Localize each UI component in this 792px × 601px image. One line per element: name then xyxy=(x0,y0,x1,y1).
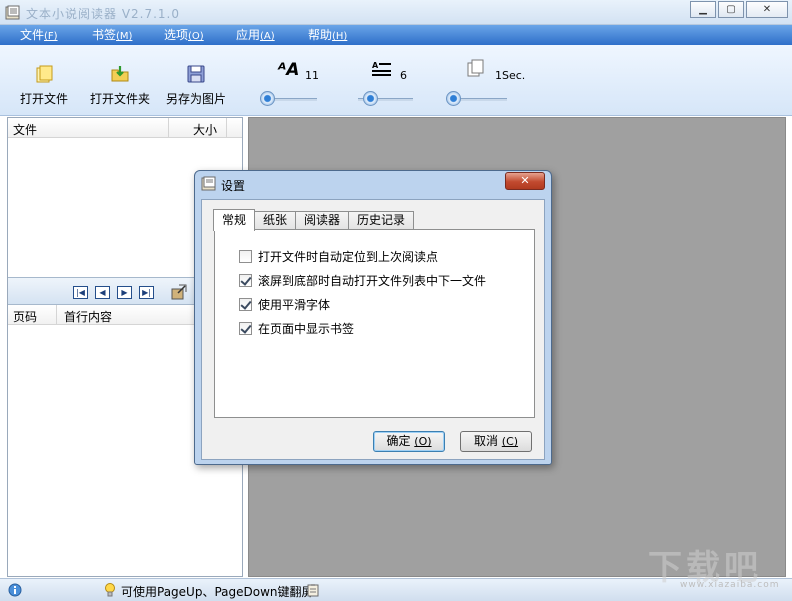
file-list-header: 文件 大小 xyxy=(8,118,242,138)
title-bar: 文本小说阅读器 V2.7.1.0 ▁ ▢ ✕ xyxy=(0,0,792,25)
menu-apps[interactable]: 应用(A) xyxy=(236,25,275,47)
page-interval-value: 1Sec. xyxy=(495,69,526,82)
line-spacing-slider-thumb[interactable] xyxy=(363,91,378,106)
page-number-column-header[interactable]: 页码 xyxy=(13,308,37,325)
open-file-button[interactable]: 打开文件 xyxy=(14,45,74,115)
column-divider[interactable] xyxy=(56,305,57,324)
line-spacing-value: 6 xyxy=(400,69,407,82)
menu-options[interactable]: 选项(O) xyxy=(164,25,204,47)
open-folder-icon xyxy=(111,66,129,82)
line-spacing-icon: A xyxy=(372,61,391,76)
first-page-button[interactable]: |◀ xyxy=(73,286,88,299)
info-icon xyxy=(8,583,22,597)
first-page-icon: |◀ xyxy=(76,288,85,297)
column-divider[interactable] xyxy=(226,118,227,137)
prev-page-button[interactable]: ◀ xyxy=(95,286,110,299)
general-tab-panel: 打开文件时自动定位到上次阅读点 滚屏到底部时自动打开文件列表中下一文件 使用平滑… xyxy=(214,229,535,418)
last-page-icon: ▶| xyxy=(142,288,151,297)
app-book-icon xyxy=(5,5,20,20)
menu-bookmarks[interactable]: 书签(M) xyxy=(92,25,132,47)
first-line-column-header[interactable]: 首行内容 xyxy=(64,308,112,325)
dialog-close-button[interactable]: ✕ xyxy=(505,172,545,190)
option-checkbox[interactable] xyxy=(239,297,252,311)
ok-button[interactable]: 确定 (O) xyxy=(373,431,445,452)
font-size-slider-thumb[interactable] xyxy=(260,91,275,106)
close-icon: ✕ xyxy=(520,174,530,187)
maximize-icon: ▢ xyxy=(726,4,736,15)
clipboard-icon xyxy=(307,584,319,597)
pages-icon xyxy=(467,59,484,77)
next-page-icon: ▶ xyxy=(121,288,128,297)
close-button[interactable]: ✕ xyxy=(746,1,788,18)
line-spacing-slider-group: A 6 xyxy=(354,45,416,115)
maximize-button[interactable]: ▢ xyxy=(718,1,744,18)
font-size-slider-group: ᴬA 11 xyxy=(260,45,320,115)
open-folder-button[interactable]: 打开文件夹 xyxy=(86,45,154,115)
option-checkbox[interactable] xyxy=(239,273,252,287)
page-interval-slider-group: 1Sec. xyxy=(446,45,526,115)
menu-help[interactable]: 帮助(H) xyxy=(308,25,347,47)
dialog-title-bar[interactable]: 设置 ✕ xyxy=(195,171,551,197)
option-resume-position[interactable]: 打开文件时自动定位到上次阅读点 xyxy=(239,248,438,264)
dialog-body: 常规 纸张 阅读器 历史记录 打开文件时自动定位到上次阅读点 滚屏到底部时自动打… xyxy=(201,199,545,460)
cancel-button[interactable]: 取消 (C) xyxy=(460,431,532,452)
tab-history[interactable]: 历史记录 xyxy=(348,211,415,230)
status-hint: 可使用PageUp、PageDown键翻屏 xyxy=(121,585,314,599)
settings-tabs: 常规 纸张 阅读器 历史记录 xyxy=(213,209,415,231)
add-bookmark-icon[interactable] xyxy=(171,284,187,300)
settings-app-icon xyxy=(201,176,216,191)
font-size-value: 11 xyxy=(305,69,319,82)
option-checkbox[interactable] xyxy=(239,249,252,263)
size-column-header[interactable]: 大小 xyxy=(193,121,217,138)
settings-dialog: 设置 ✕ 常规 纸张 阅读器 历史记录 打开文件时自动定位到上次阅读点 滚屏到底… xyxy=(194,170,552,465)
close-icon: ✕ xyxy=(762,4,772,15)
tab-reader[interactable]: 阅读器 xyxy=(295,211,350,230)
svg-text:A: A xyxy=(372,61,379,70)
tab-general[interactable]: 常规 xyxy=(213,209,256,231)
prev-page-icon: ◀ xyxy=(99,288,106,297)
font-size-icon: ᴬA xyxy=(278,60,300,80)
save-as-image-button[interactable]: 另存为图片 xyxy=(163,45,229,115)
option-auto-next-file[interactable]: 滚屏到底部时自动打开文件列表中下一文件 xyxy=(239,272,486,288)
menu-bar: 文件(F) 书签(M) 选项(O) 应用(A) 帮助(H) xyxy=(0,25,792,45)
next-page-button[interactable]: ▶ xyxy=(117,286,132,299)
column-divider[interactable] xyxy=(168,118,169,137)
toolbar: 打开文件 打开文件夹 另存为图片 ᴬA 11 A 6 1Sec. xyxy=(0,45,792,116)
tab-paper[interactable]: 纸张 xyxy=(254,211,297,230)
option-show-bookmarks[interactable]: 在页面中显示书签 xyxy=(239,320,354,336)
minimize-icon: ▁ xyxy=(699,4,707,15)
menu-file[interactable]: 文件(F) xyxy=(20,25,58,47)
floppy-disk-icon xyxy=(187,65,205,83)
open-file-icon xyxy=(36,65,53,83)
dialog-title: 设置 xyxy=(221,179,246,193)
option-smooth-font[interactable]: 使用平滑字体 xyxy=(239,296,330,312)
watermark-url: www.xiazaiba.com xyxy=(680,580,780,590)
option-checkbox[interactable] xyxy=(239,321,252,335)
minimize-button[interactable]: ▁ xyxy=(690,1,716,18)
last-page-button[interactable]: ▶| xyxy=(139,286,154,299)
page-interval-slider-thumb[interactable] xyxy=(446,91,461,106)
file-column-header[interactable]: 文件 xyxy=(13,121,37,138)
lightbulb-icon xyxy=(105,583,115,597)
window-title: 文本小说阅读器 V2.7.1.0 xyxy=(26,7,181,21)
